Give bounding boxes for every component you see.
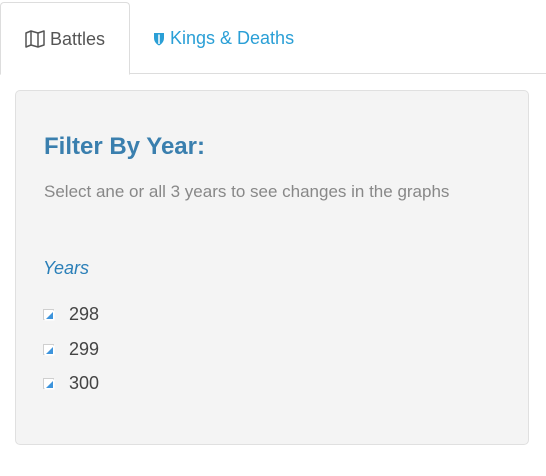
tab-bar: Battles Kings & Deaths [0, 0, 546, 75]
filter-title: Filter By Year: [44, 133, 205, 160]
year-298-checkbox[interactable] [43, 308, 55, 320]
year-298-label: 298 [69, 304, 100, 324]
year-299-checkbox[interactable] [43, 343, 55, 355]
year-option-298[interactable]: 298 [43, 303, 99, 325]
map-icon [25, 29, 45, 48]
filter-help-text: Select ane or all 3 years to see changes… [44, 182, 450, 201]
shield-icon [153, 31, 165, 46]
year-filter-panel: Filter By Year: Select ane or all 3 year… [15, 90, 529, 445]
year-option-300[interactable]: 300 [43, 372, 99, 394]
year-300-label: 300 [69, 373, 100, 393]
year-300-checkbox[interactable] [43, 377, 55, 389]
tab-battles[interactable]: Battles [0, 2, 130, 75]
tab-battles-label: Battles [49, 28, 106, 49]
tab-kings-deaths[interactable]: Kings & Deaths [139, 2, 329, 74]
tab-kings-deaths-label: Kings & Deaths [170, 28, 295, 48]
years-label: Years [43, 258, 90, 278]
year-option-299[interactable]: 299 [43, 338, 99, 360]
year-299-label: 299 [69, 339, 100, 359]
